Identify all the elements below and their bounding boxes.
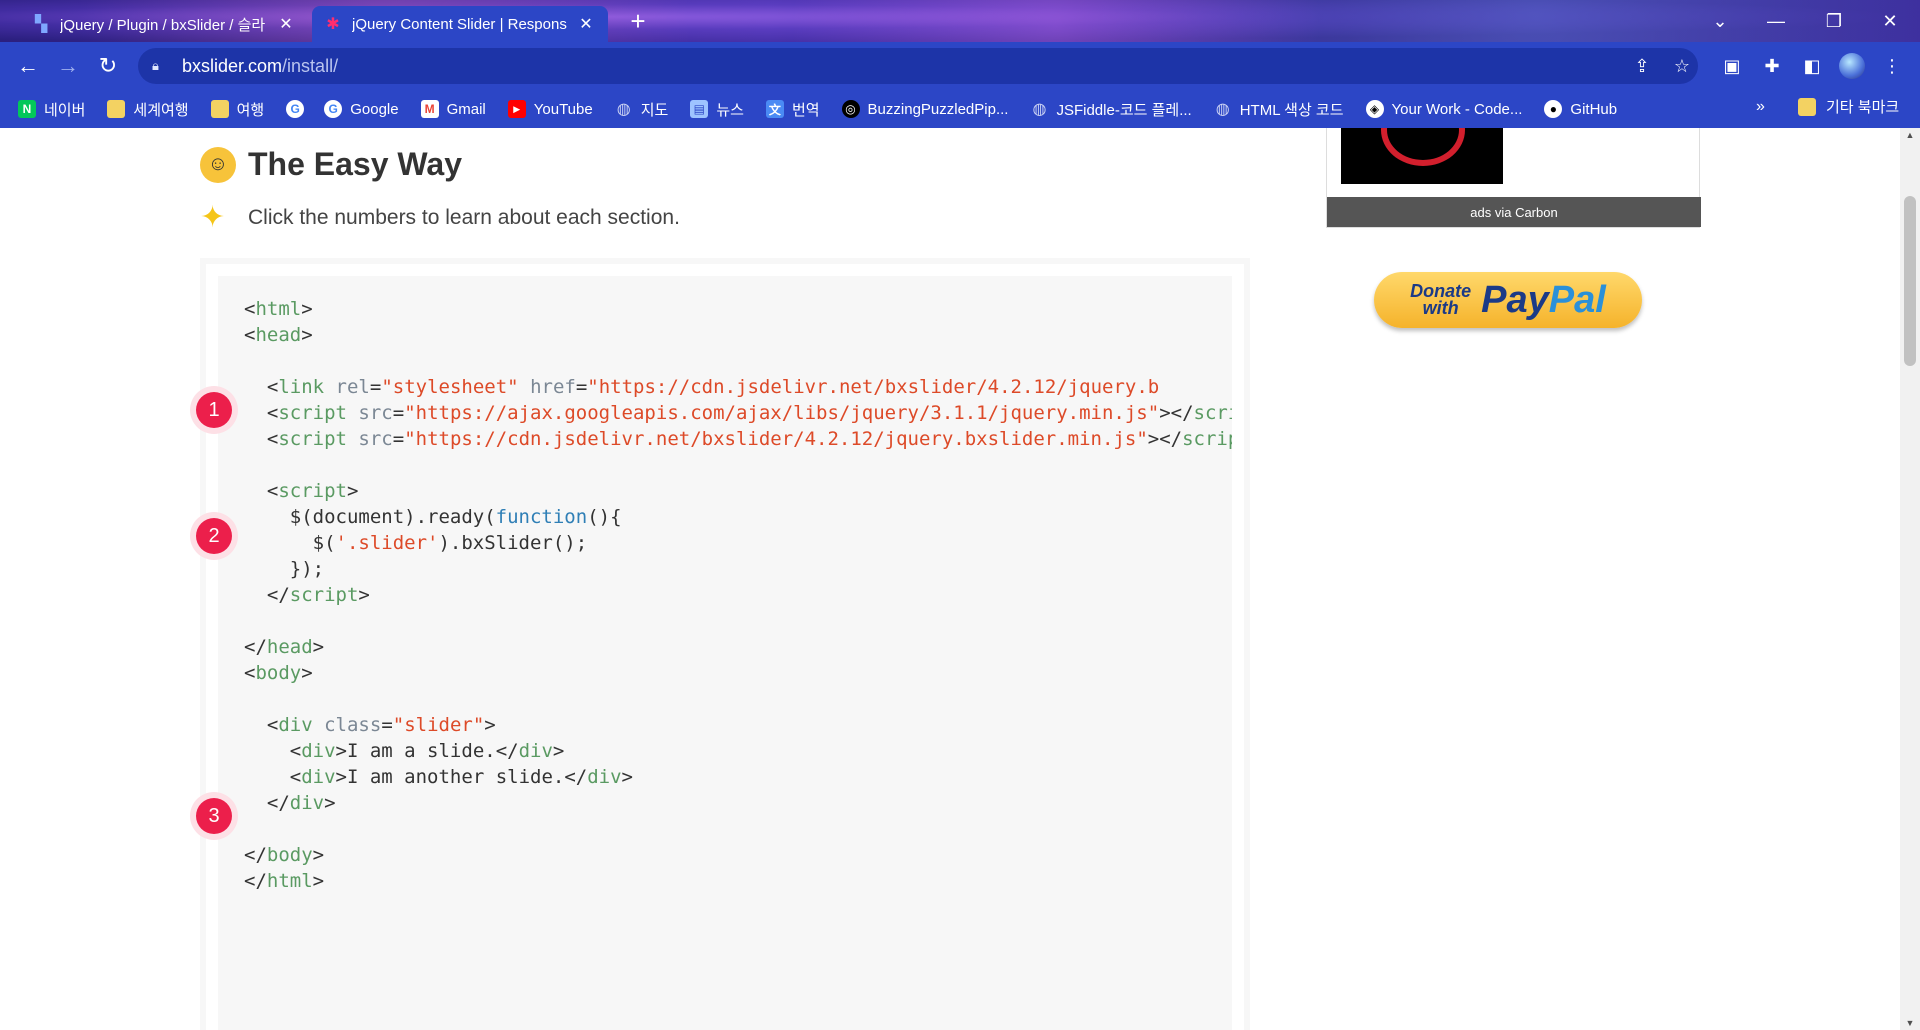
page-vertical-scrollbar[interactable]: ▲ ▼ — [1900, 128, 1920, 1030]
globe-icon: ◍ — [1215, 101, 1230, 118]
carbon-ad[interactable]: ads via Carbon — [1326, 128, 1701, 228]
bookmark-jsfiddle[interactable]: ◍ JSFiddle-코드 플레... — [1030, 99, 1191, 120]
side-panel-icon[interactable]: ◧ — [1796, 50, 1828, 82]
bookmarks-overflow-button[interactable]: » — [1756, 98, 1765, 116]
page-content: ☺ The Easy Way ✦ Click the numbers to le… — [0, 128, 1900, 1030]
google-icon: G — [324, 100, 343, 118]
github-icon: ● — [1544, 100, 1563, 118]
bookmark-translate[interactable]: 文 번역 — [765, 99, 820, 120]
code-text: <html> <head> <link rel="stylesheet" hre… — [244, 298, 1232, 892]
section-marker-3[interactable]: 3 — [190, 792, 238, 840]
section-marker-2[interactable]: 2 — [190, 512, 238, 560]
other-bookmarks-folder[interactable]: 기타 북마크 — [1798, 96, 1899, 117]
paypal-logo: Pay — [1481, 278, 1549, 321]
youtube-icon: ▶ — [507, 100, 526, 118]
close-tab-icon[interactable]: ✕ — [576, 14, 596, 34]
ad-image[interactable] — [1341, 128, 1503, 184]
new-tab-button[interactable]: + — [624, 8, 652, 36]
google-icon: G — [286, 100, 305, 118]
share-icon[interactable]: ⇪ — [1626, 50, 1658, 82]
extensions-icon[interactable]: ✚ — [1756, 50, 1788, 82]
address-bar[interactable]: 🔒︎ bxslider.com/install/ — [138, 48, 1698, 84]
url-path: /install/ — [282, 55, 339, 76]
code-block[interactable]: <html> <head> <link rel="stylesheet" hre… — [218, 276, 1232, 1030]
reload-icon[interactable]: ↻ — [92, 50, 124, 82]
forward-icon[interactable]: → — [52, 50, 84, 82]
media-icon[interactable]: ▣ — [1716, 50, 1748, 82]
globe-icon: ◍ — [1032, 101, 1047, 118]
scrollbar-thumb[interactable] — [1904, 196, 1916, 366]
bookmark-travel[interactable]: 여행 — [210, 99, 264, 120]
sparkles-icon: ✦ — [200, 201, 226, 234]
paypal-logo: Pal — [1548, 278, 1606, 321]
page-subtitle: ✦ Click the numbers to learn about each … — [200, 201, 680, 234]
bookmark-gmail[interactable]: M Gmail — [420, 100, 486, 118]
bookmark-github[interactable]: ● GitHub — [1544, 100, 1617, 118]
title-bar: ▚ jQuery / Plugin / bxSlider / 슬라 ✕ ✱ jQ… — [0, 0, 1920, 42]
minimize-icon[interactable]: — — [1748, 0, 1804, 42]
bookmark-google[interactable]: G Google — [324, 100, 399, 118]
bookmark-star-icon[interactable]: ☆ — [1666, 50, 1698, 82]
folder-icon — [107, 100, 126, 118]
translate-icon: 文 — [765, 100, 784, 118]
profile-avatar[interactable] — [1836, 50, 1868, 82]
naver-icon: N — [18, 100, 36, 118]
tab-title: jQuery / Plugin / bxSlider / 슬라 — [60, 16, 266, 34]
news-icon: ▤ — [690, 100, 709, 118]
url-host: bxslider.com — [182, 55, 283, 76]
bookmark-youtube[interactable]: ▶ YouTube — [507, 100, 593, 118]
globe-icon: ◍ — [616, 101, 631, 118]
close-tab-icon[interactable]: ✕ — [276, 14, 296, 34]
bookmark-replit[interactable]: ◎ BuzzingPuzzledPip... — [841, 100, 1008, 118]
tab-search-icon[interactable]: ⌄ — [1692, 0, 1748, 42]
replit-icon: ◎ — [841, 100, 860, 118]
page-heading: ☺ The Easy Way — [200, 146, 462, 183]
hugging-face-emoji-icon: ☺ — [200, 146, 236, 183]
bookmark-naver[interactable]: N 네이버 — [18, 99, 85, 120]
tab-title: jQuery Content Slider | Respons — [352, 15, 567, 33]
bookmarks-bar: N 네이버 세계여행 여행 G G Google M Gmail ▶ YouTube ◍… — [0, 90, 1920, 128]
back-icon[interactable]: ← — [12, 50, 44, 82]
tab-bxslider-plugin[interactable]: ▚ jQuery / Plugin / bxSlider / 슬라 ✕ — [20, 6, 308, 42]
tab-favicon-icon: ▚ — [34, 16, 48, 33]
restore-icon[interactable]: ❐ — [1806, 0, 1862, 42]
bookmark-world-travel[interactable]: 세계여행 — [107, 99, 189, 120]
bookmark-google-blank[interactable]: G — [286, 100, 312, 118]
bookmark-html-colors[interactable]: ◍ HTML 색상 코드 — [1214, 99, 1344, 120]
codepen-icon: ◈ — [1365, 100, 1384, 118]
section-marker-1[interactable]: 1 — [190, 386, 238, 434]
paypal-donate-button[interactable]: Donate with Pay Pal — [1374, 272, 1642, 328]
gmail-icon: M — [420, 100, 439, 118]
toolbar: ← → ↻ 🔒︎ bxslider.com/install/ ⇪ ☆ ▣ ✚ ◧… — [0, 42, 1920, 90]
bookmark-map[interactable]: ◍ 지도 — [615, 99, 669, 120]
close-window-icon[interactable]: ✕ — [1862, 0, 1918, 42]
scroll-down-icon[interactable]: ▼ — [1900, 1018, 1920, 1028]
tab-favicon-icon: ✱ — [326, 16, 340, 33]
folder-icon — [210, 100, 229, 118]
bookmark-codepen[interactable]: ◈ Your Work - Code... — [1365, 100, 1522, 118]
tab-jquery-content-slider[interactable]: ✱ jQuery Content Slider | Respons ✕ — [312, 6, 608, 42]
lock-icon[interactable]: 🔒︎ — [152, 58, 166, 74]
ads-via-carbon-link[interactable]: ads via Carbon — [1327, 197, 1701, 227]
menu-icon[interactable]: ⋮ — [1876, 50, 1908, 82]
folder-icon — [1798, 97, 1816, 116]
bookmark-news[interactable]: ▤ 뉴스 — [690, 99, 744, 120]
scroll-up-icon[interactable]: ▲ — [1900, 130, 1920, 140]
